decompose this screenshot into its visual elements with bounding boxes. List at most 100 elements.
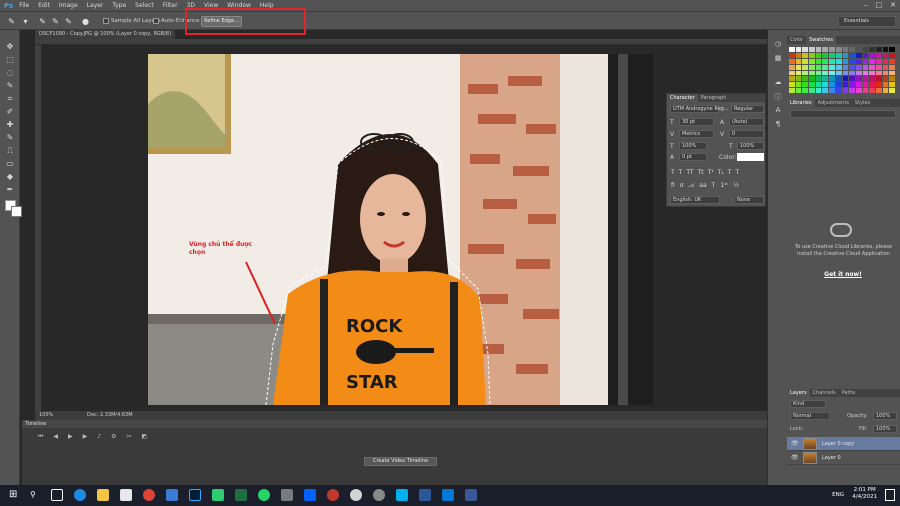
swatch-cell[interactable] [829,70,835,76]
subscript-icon[interactable]: T₁ [718,169,724,176]
swatch-cell[interactable] [829,82,835,88]
swatch-cell[interactable] [862,70,869,76]
leading-field[interactable]: (Auto) [729,118,764,126]
windows-start-icon[interactable]: ⊞ [9,489,21,501]
swatch-cell[interactable] [789,52,795,58]
swatch-cell[interactable] [889,88,895,93]
menu-layer[interactable]: Layer [87,2,104,9]
audio-icon[interactable]: ♪ [97,433,101,441]
brush-tool-icon[interactable]: ✎ [4,133,16,143]
swatch-cell[interactable] [829,58,835,64]
swatch-cell[interactable] [889,70,895,76]
swatch-cell[interactable] [815,58,822,64]
app-icon[interactable] [373,489,385,501]
swatch-cell[interactable] [809,82,815,88]
swatch-cell[interactable] [849,52,855,58]
swatch-cell[interactable] [809,58,815,64]
swatch-cell[interactable] [802,52,809,58]
menu-edit[interactable]: Edit [38,2,50,9]
play-icon[interactable]: ▶ [68,433,73,441]
swatch-cell[interactable] [849,70,855,76]
swatch-cell[interactable] [829,64,835,70]
swatch-cell[interactable] [889,76,895,82]
info-icon[interactable]: ⓘ [773,92,783,102]
swatch-cell[interactable] [835,70,842,76]
tracking-field[interactable]: 0 [729,130,764,138]
swatch-cell[interactable] [795,58,802,64]
swatch-cell[interactable] [835,76,842,82]
swatch-cell[interactable] [882,58,889,64]
healing-brush-tool-icon[interactable]: ✚ [4,120,16,130]
swatch-cell[interactable] [795,52,802,58]
visibility-eye-icon[interactable]: 👁 [791,440,799,447]
swatch-cell[interactable] [889,64,895,70]
swatch-cell[interactable] [809,88,815,93]
zoom-level[interactable]: 100% [39,411,53,420]
titling-icon[interactable]: T [712,182,716,190]
clone-stamp-tool-icon[interactable]: ⎍ [4,146,16,156]
fractions-icon[interactable]: ½ [733,182,739,190]
swatch-cell[interactable] [822,82,829,88]
swatch-cell[interactable] [882,82,889,88]
swatch-cell[interactable] [849,64,855,70]
swatch-cell[interactable] [862,47,869,52]
eyedropper-tool-icon[interactable]: ✐ [4,107,16,117]
swatch-cell[interactable] [842,58,849,64]
swatch-cell[interactable] [835,64,842,70]
language-select[interactable]: English: UK [670,196,720,204]
tab-paragraph[interactable]: Paragraph [698,94,730,102]
swash-icon[interactable]: 𝒜 [689,182,695,190]
swatch-cell[interactable] [889,82,895,88]
app-icon[interactable] [465,489,477,501]
app-icon[interactable] [258,489,270,501]
swatch-cell[interactable] [882,47,889,52]
close-icon[interactable]: ✕ [890,1,896,9]
all-caps-icon[interactable]: TT [686,169,693,176]
underline-icon[interactable]: T [728,169,732,176]
font-size-field[interactable]: 30 pt [679,118,714,126]
swatch-cell[interactable] [849,82,855,88]
language-indicator[interactable]: ENG [832,492,844,498]
swatch-cell[interactable] [822,47,829,52]
swatch-cell[interactable] [875,70,882,76]
swatch-cell[interactable] [822,70,829,76]
app-icon[interactable] [166,489,178,501]
swatch-cell[interactable] [802,88,809,93]
alternates-icon[interactable]: aa [699,182,706,190]
tab-styles[interactable]: Styles [852,99,873,107]
swatch-cell[interactable] [815,70,822,76]
swatch-cell[interactable] [875,82,882,88]
menu-file[interactable]: File [19,2,29,9]
photoshop-taskbar-icon[interactable] [189,489,201,501]
tool-preset-dropdown-icon[interactable]: ▾ [20,16,31,27]
antialias-select[interactable]: None [734,196,764,204]
swatch-cell[interactable] [889,47,895,52]
swatch-cell[interactable] [789,64,795,70]
swatch-cell[interactable] [835,88,842,93]
swatch-cell[interactable] [829,76,835,82]
swatch-cell[interactable] [789,58,795,64]
swatch-cell[interactable] [789,47,795,52]
swatch-cell[interactable] [875,58,882,64]
swatch-cell[interactable] [855,58,862,64]
tab-character[interactable]: Character [667,94,698,102]
background-color-swatch[interactable] [11,206,22,217]
fill-field[interactable]: 100% [873,425,897,433]
swatch-cell[interactable] [855,76,862,82]
swatch-cell[interactable] [862,64,869,70]
tab-channels[interactable]: Channels [810,389,839,397]
faux-bold-icon[interactable]: T [671,169,675,176]
layer-row[interactable]: 👁 Layer 0 [787,451,900,465]
store-icon[interactable] [120,489,132,501]
tab-layers[interactable]: Layers [787,389,810,397]
swatch-cell[interactable] [849,47,855,52]
swatch-cell[interactable] [795,82,802,88]
swatch-cell[interactable] [855,52,862,58]
swatch-cell[interactable] [822,64,829,70]
swatch-cell[interactable] [882,88,889,93]
swatch-cell[interactable] [855,88,862,93]
doc-size-info[interactable]: Doc: 2.33M/4.63M [87,411,133,420]
split-icon[interactable]: ✂ [127,433,132,441]
get-it-now-link[interactable]: Get it now! [817,271,869,278]
swatches-grid[interactable] [789,47,895,93]
